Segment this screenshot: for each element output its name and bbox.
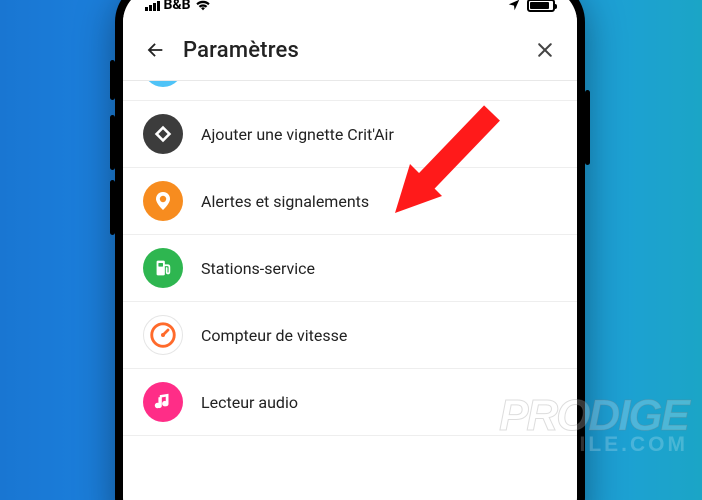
- list-item-speed[interactable]: Compteur de vitesse: [123, 302, 577, 369]
- list-item-label: Alertes et signalements: [201, 192, 369, 211]
- back-button[interactable]: [141, 36, 169, 64]
- settings-item-icon: [143, 81, 183, 87]
- close-icon: [535, 40, 555, 60]
- gas-pump-icon: [143, 248, 183, 288]
- phone-side-button: [110, 180, 115, 235]
- alert-pin-icon: [143, 181, 183, 221]
- wifi-icon: [195, 0, 211, 11]
- carrier-label: B&B: [164, 0, 191, 13]
- list-item[interactable]: [123, 81, 577, 101]
- signal-icon: [145, 0, 160, 11]
- phone-frame: B&B Paramètres: [115, 0, 585, 500]
- list-item-gas[interactable]: Stations-service: [123, 235, 577, 302]
- list-item-audio[interactable]: Lecteur audio: [123, 369, 577, 436]
- arrow-left-icon: [144, 39, 166, 61]
- music-note-icon: [143, 382, 183, 422]
- diamond-icon: [143, 114, 183, 154]
- page-title: Paramètres: [183, 38, 531, 63]
- list-item-label: Stations-service: [201, 259, 315, 278]
- close-button[interactable]: [531, 36, 559, 64]
- status-bar: B&B: [123, 0, 577, 22]
- page-header: Paramètres: [123, 22, 577, 81]
- battery-icon: [527, 0, 555, 12]
- phone-screen: B&B Paramètres: [123, 0, 577, 500]
- phone-side-button: [585, 90, 590, 165]
- list-item-label: Compteur de vitesse: [201, 326, 347, 345]
- list-item-label: Ajouter une vignette Crit'Air: [201, 125, 394, 144]
- speedometer-icon: [143, 315, 183, 355]
- list-item-critair[interactable]: Ajouter une vignette Crit'Air: [123, 101, 577, 168]
- settings-list: Ajouter une vignette Crit'Air Alertes et…: [123, 81, 577, 436]
- location-icon: [507, 0, 521, 12]
- phone-side-button: [110, 60, 115, 100]
- list-item-label: Lecteur audio: [201, 393, 298, 412]
- phone-side-button: [110, 115, 115, 170]
- list-item-alerts[interactable]: Alertes et signalements: [123, 168, 577, 235]
